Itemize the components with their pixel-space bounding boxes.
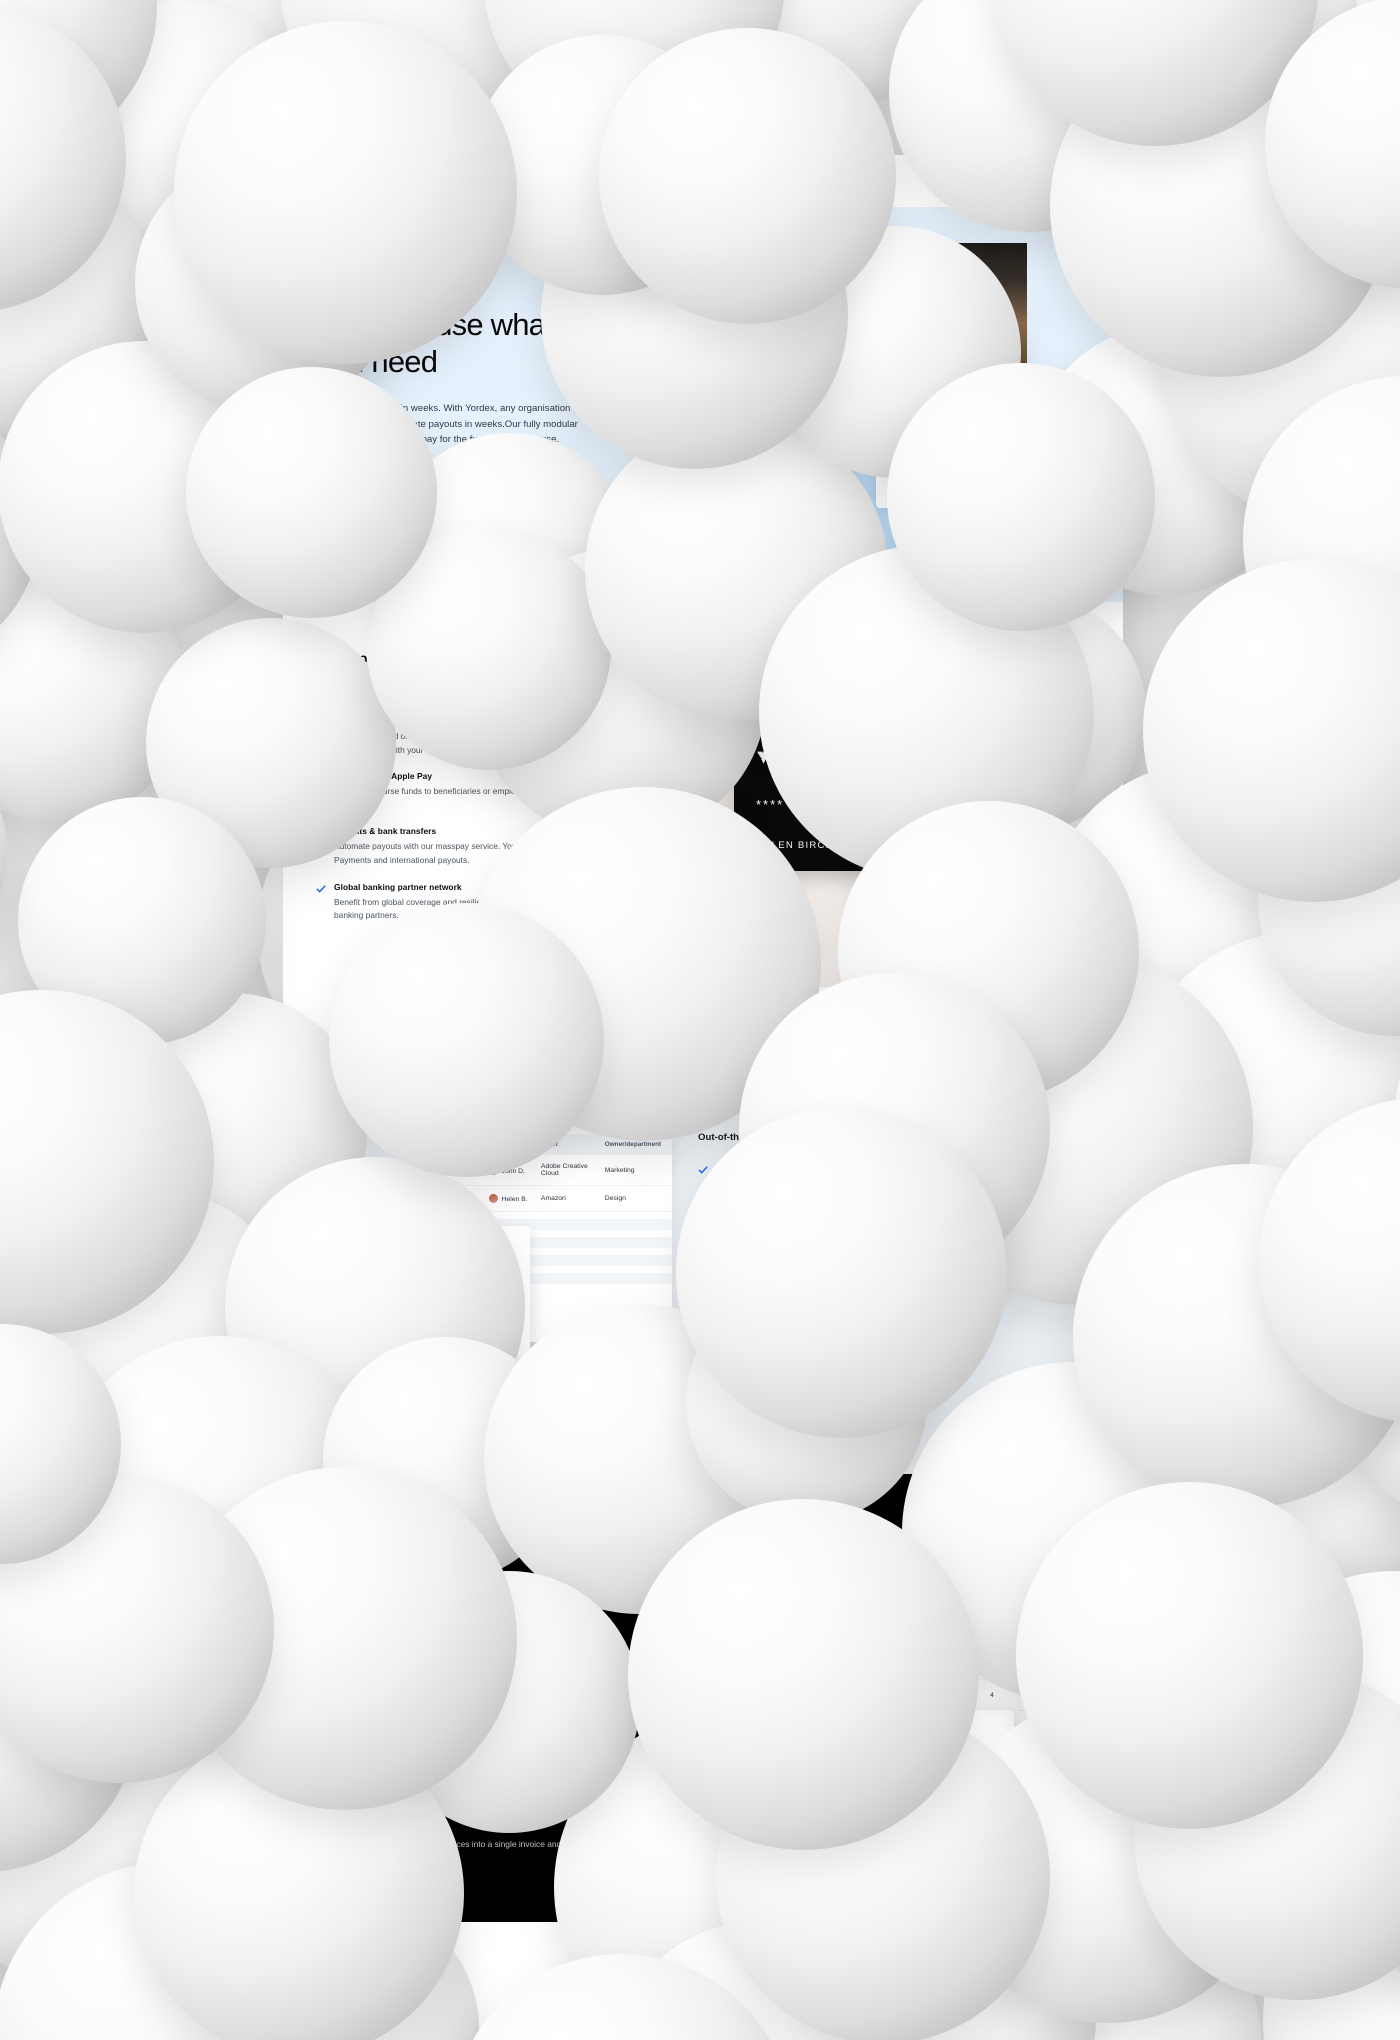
sphere-shape — [886, 362, 1155, 631]
cell-seller: Adobe Creative Cloud — [540, 1163, 588, 1177]
cell-owner: Marketing — [604, 1166, 635, 1174]
check-icon — [316, 885, 326, 893]
sphere-shape — [599, 27, 896, 325]
sphere-shape — [676, 1107, 1007, 1438]
cell-seller: Amazon — [540, 1195, 566, 1202]
cell-owner: Design — [604, 1195, 626, 1202]
avatar — [488, 1194, 498, 1203]
background-spheres — [0, 0, 1400, 2040]
sphere-shape — [329, 902, 604, 1177]
check-icon — [698, 1166, 708, 1174]
sphere-shape — [1015, 1481, 1364, 1830]
sphere-shape — [185, 366, 437, 618]
sphere-shape — [628, 1499, 980, 1851]
sphere-shape — [173, 20, 517, 365]
column-header-owner: Owner/department — [604, 1141, 662, 1148]
cell-user: Helen B. — [488, 1194, 541, 1203]
